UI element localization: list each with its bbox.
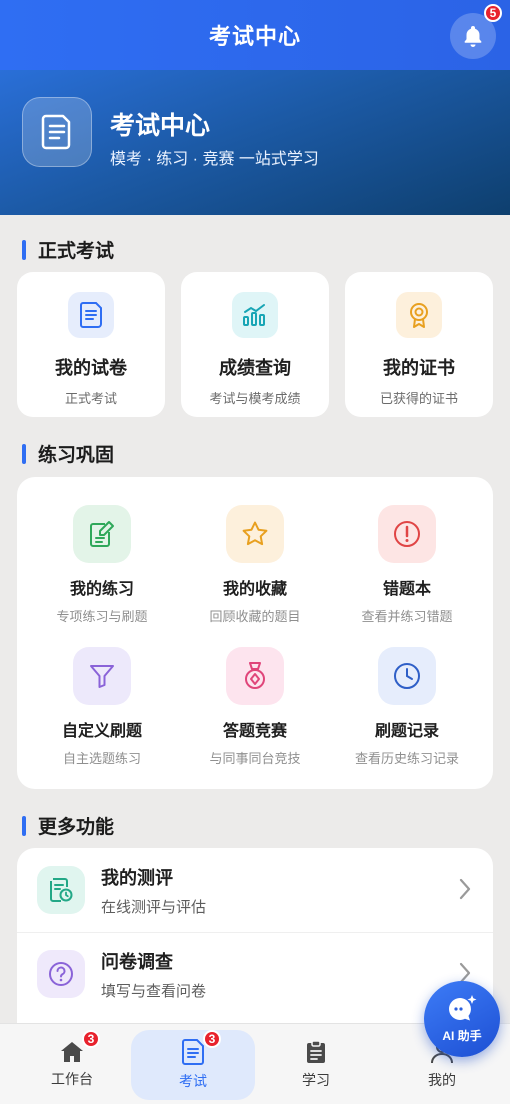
tab-badge: 3 (82, 1030, 100, 1048)
item-title: 答题竞赛 (222, 723, 287, 740)
card-certificates[interactable]: 我的证书 已获得的证书 (345, 272, 493, 417)
item-desc: 回顾收藏的题目 (209, 609, 301, 624)
item-desc: 自主选题练习 (62, 751, 141, 766)
item-title: 自定义刷题 (61, 723, 142, 740)
hero-banner: 考试中心 模考 · 练习 · 竞赛 一站式学习 (0, 70, 510, 215)
practice-grid: 我的练习 专项练习与刷题 我的收藏 回顾收藏的题目 错题本 查看并练习错题 自定… (17, 477, 493, 789)
list-item-desc: 在线测评与评估 (101, 898, 207, 916)
item-desc: 专项练习与刷题 (56, 609, 148, 624)
top-bar: 考试中心 5 (0, 0, 510, 70)
notification-badge: 5 (484, 4, 502, 22)
page-title: 考试中心 (208, 24, 301, 49)
tab-workbench[interactable]: 工作台 3 (10, 1030, 134, 1100)
section-label: 更多功能 (38, 817, 115, 838)
assessment-icon (37, 866, 85, 914)
document-icon (68, 292, 114, 338)
filter-icon (73, 647, 131, 705)
exam-icon (182, 1039, 204, 1065)
ai-assistant-button[interactable]: AI 助手 (424, 981, 500, 1057)
star-icon (226, 505, 284, 563)
tab-exam[interactable]: 考试 3 (131, 1030, 255, 1100)
list-item-desc: 填写与查看问卷 (101, 982, 207, 1000)
item-title: 刷题记录 (374, 723, 439, 740)
question-circle-icon (37, 950, 85, 998)
tab-label: 学习 (302, 1072, 330, 1088)
card-title: 我的试卷 (55, 358, 127, 378)
practice-item-contest[interactable]: 答题竞赛 与同事同台竞技 (180, 647, 330, 767)
item-title: 我的练习 (69, 581, 134, 598)
section-title-formal: 正式考试 (22, 236, 114, 263)
medal-icon (226, 647, 284, 705)
card-title: 我的证书 (383, 358, 455, 378)
chevron-right-icon (459, 878, 471, 900)
card-my-papers[interactable]: 我的试卷 正式考试 (17, 272, 165, 417)
clipboard-icon (307, 1040, 325, 1063)
practice-item-favorites[interactable]: 我的收藏 回顾收藏的题目 (180, 505, 330, 625)
section-accent-bar (22, 815, 26, 836)
section-title-practice: 练习巩固 (22, 440, 114, 467)
practice-item-history[interactable]: 刷题记录 查看历史练习记录 (332, 647, 482, 767)
list-item-title: 我的测评 (101, 867, 173, 888)
award-icon (396, 292, 442, 338)
card-score-query[interactable]: 成绩查询 考试与模考成绩 (181, 272, 329, 417)
section-accent-bar (22, 443, 26, 464)
tab-badge: 3 (203, 1030, 221, 1048)
ai-chat-icon (449, 995, 477, 1021)
tab-study[interactable]: 学习 (254, 1030, 378, 1100)
section-accent-bar (22, 239, 26, 260)
alert-circle-icon (378, 505, 436, 563)
item-desc: 查看并练习错题 (361, 609, 453, 624)
card-desc: 考试与模考成绩 (209, 391, 301, 406)
notification-button[interactable]: 5 (450, 4, 502, 59)
card-title: 成绩查询 (219, 358, 291, 378)
clock-icon (378, 647, 436, 705)
tab-label: 考试 (179, 1073, 207, 1089)
section-label: 正式考试 (38, 241, 115, 262)
item-title: 错题本 (382, 581, 431, 598)
card-desc: 已获得的证书 (379, 391, 458, 406)
tab-label: 我的 (428, 1072, 456, 1088)
practice-item-wrong-book[interactable]: 错题本 查看并练习错题 (332, 505, 482, 625)
card-desc: 正式考试 (64, 391, 117, 406)
home-icon (61, 1042, 83, 1062)
item-desc: 查看历史练习记录 (354, 751, 459, 766)
list-item-assessment[interactable]: 我的测评 在线测评与评估 (17, 848, 493, 932)
list-item-survey[interactable]: 问卷调查 填写与查看问卷 (17, 932, 493, 1016)
practice-item-my-practice[interactable]: 我的练习 专项练习与刷题 (27, 505, 177, 625)
bar-chart-icon (232, 292, 278, 338)
practice-item-custom[interactable]: 自定义刷题 自主选题练习 (27, 647, 177, 767)
section-label: 练习巩固 (38, 445, 115, 466)
bell-icon (464, 26, 482, 47)
hero-subtitle: 模考 · 练习 · 竞赛 一站式学习 (110, 151, 319, 168)
edit-note-icon (73, 505, 131, 563)
hero-title: 考试中心 (110, 112, 211, 140)
section-title-more: 更多功能 (22, 812, 114, 839)
ai-assistant-label: AI 助手 (442, 1029, 482, 1043)
item-desc: 与同事同台竞技 (209, 751, 301, 766)
more-list: 我的测评 在线测评与评估 问卷调查 填写与查看问卷 (17, 848, 493, 1048)
tab-label: 工作台 (51, 1071, 93, 1087)
item-title: 我的收藏 (222, 581, 287, 598)
exam-document-icon (22, 97, 92, 167)
list-item-title: 问卷调查 (101, 951, 173, 972)
